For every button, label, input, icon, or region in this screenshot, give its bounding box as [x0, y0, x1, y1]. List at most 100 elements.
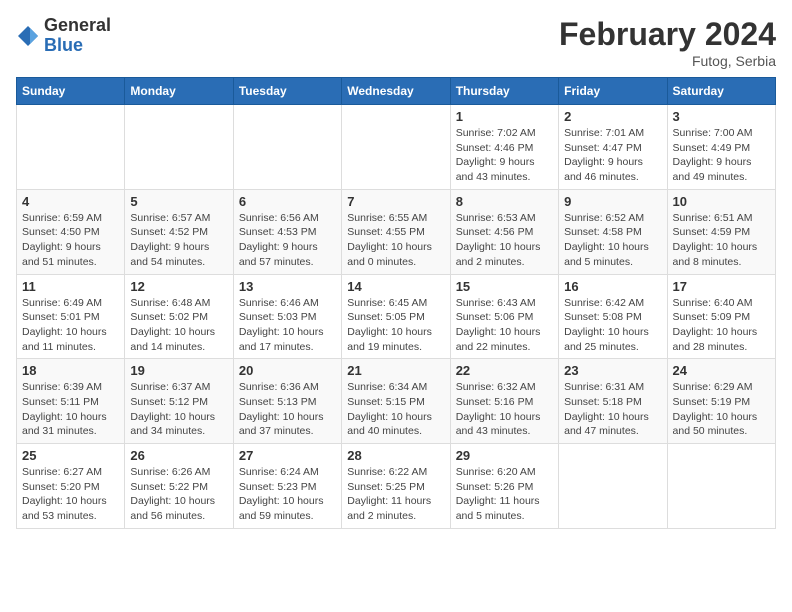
calendar-cell: 24 Sunrise: 6:29 AM Sunset: 5:19 PM Dayli… — [667, 359, 775, 444]
location-subtitle: Futog, Serbia — [559, 53, 776, 69]
calendar-cell: 21Sunrise: 6:34 AM Sunset: 5:15 PM Dayli… — [342, 359, 450, 444]
day-number: 5 — [130, 194, 227, 209]
day-info: Sunrise: 6:39 AM Sunset: 5:11 PM Dayligh… — [22, 380, 119, 439]
calendar-cell: 10 Sunrise: 6:51 AM Sunset: 4:59 PM Dayli… — [667, 189, 775, 274]
calendar-cell: 20 Sunrise: 6:36 AM Sunset: 5:13 PM Dayli… — [233, 359, 341, 444]
calendar-week-row: 11 Sunrise: 6:49 AM Sunset: 5:01 PM Dayli… — [17, 274, 776, 359]
page-header: General Blue February 2024 Futog, Serbia — [16, 16, 776, 69]
calendar-cell: 5 Sunrise: 6:57 AM Sunset: 4:52 PM Daylig… — [125, 189, 233, 274]
calendar-cell: 23 Sunrise: 6:31 AM Sunset: 5:18 PM Dayli… — [559, 359, 667, 444]
day-info: Sunrise: 6:48 AM Sunset: 5:02 PM Dayligh… — [130, 296, 227, 355]
calendar-cell: 19Sunrise: 6:37 AM Sunset: 5:12 PM Dayli… — [125, 359, 233, 444]
day-number: 16 — [564, 279, 661, 294]
calendar-cell: 12 Sunrise: 6:48 AM Sunset: 5:02 PM Dayli… — [125, 274, 233, 359]
day-info: Sunrise: 7:00 AM Sunset: 4:49 PM Dayligh… — [673, 126, 770, 185]
day-number: 9 — [564, 194, 661, 209]
day-info: Sunrise: 6:49 AM Sunset: 5:01 PM Dayligh… — [22, 296, 119, 355]
day-info: Sunrise: 6:36 AM Sunset: 5:13 PM Dayligh… — [239, 380, 336, 439]
day-info: Sunrise: 6:27 AM Sunset: 5:20 PM Dayligh… — [22, 465, 119, 524]
title-block: February 2024 Futog, Serbia — [559, 16, 776, 69]
calendar-cell — [17, 105, 125, 190]
day-number: 6 — [239, 194, 336, 209]
day-info: Sunrise: 6:55 AM Sunset: 4:55 PM Dayligh… — [347, 211, 444, 270]
day-info: Sunrise: 6:52 AM Sunset: 4:58 PM Dayligh… — [564, 211, 661, 270]
calendar-cell — [125, 105, 233, 190]
day-number: 11 — [22, 279, 119, 294]
day-info: Sunrise: 6:42 AM Sunset: 5:08 PM Dayligh… — [564, 296, 661, 355]
calendar-cell — [667, 444, 775, 529]
day-info: Sunrise: 7:02 AM Sunset: 4:46 PM Dayligh… — [456, 126, 553, 185]
day-info: Sunrise: 6:53 AM Sunset: 4:56 PM Dayligh… — [456, 211, 553, 270]
calendar-cell: 7 Sunrise: 6:55 AM Sunset: 4:55 PM Daylig… — [342, 189, 450, 274]
weekday-header: Thursday — [450, 78, 558, 105]
calendar-cell: 11 Sunrise: 6:49 AM Sunset: 5:01 PM Dayli… — [17, 274, 125, 359]
calendar-week-row: 1Sunrise: 7:02 AM Sunset: 4:46 PM Daylig… — [17, 105, 776, 190]
calendar-cell: 8 Sunrise: 6:53 AM Sunset: 4:56 PM Daylig… — [450, 189, 558, 274]
day-info: Sunrise: 6:57 AM Sunset: 4:52 PM Dayligh… — [130, 211, 227, 270]
calendar-cell — [559, 444, 667, 529]
calendar-cell: 27 Sunrise: 6:24 AM Sunset: 5:23 PM Dayli… — [233, 444, 341, 529]
logo-icon — [16, 24, 40, 48]
day-info: Sunrise: 6:56 AM Sunset: 4:53 PM Dayligh… — [239, 211, 336, 270]
calendar-cell: 2Sunrise: 7:01 AM Sunset: 4:47 PM Daylig… — [559, 105, 667, 190]
day-info: Sunrise: 6:59 AM Sunset: 4:50 PM Dayligh… — [22, 211, 119, 270]
day-info: Sunrise: 6:24 AM Sunset: 5:23 PM Dayligh… — [239, 465, 336, 524]
day-number: 21 — [347, 363, 444, 378]
day-number: 25 — [22, 448, 119, 463]
day-info: Sunrise: 6:32 AM Sunset: 5:16 PM Dayligh… — [456, 380, 553, 439]
calendar-week-row: 18Sunrise: 6:39 AM Sunset: 5:11 PM Dayli… — [17, 359, 776, 444]
day-number: 15 — [456, 279, 553, 294]
day-number: 22 — [456, 363, 553, 378]
calendar-cell: 29 Sunrise: 6:20 AM Sunset: 5:26 PM Dayli… — [450, 444, 558, 529]
logo-general: General — [44, 16, 111, 36]
logo-blue: Blue — [44, 36, 111, 56]
day-info: Sunrise: 6:22 AM Sunset: 5:25 PM Dayligh… — [347, 465, 444, 524]
calendar-cell: 9 Sunrise: 6:52 AM Sunset: 4:58 PM Daylig… — [559, 189, 667, 274]
day-info: Sunrise: 6:26 AM Sunset: 5:22 PM Dayligh… — [130, 465, 227, 524]
day-info: Sunrise: 6:45 AM Sunset: 5:05 PM Dayligh… — [347, 296, 444, 355]
day-info: Sunrise: 6:31 AM Sunset: 5:18 PM Dayligh… — [564, 380, 661, 439]
calendar-cell: 25 Sunrise: 6:27 AM Sunset: 5:20 PM Dayli… — [17, 444, 125, 529]
month-title: February 2024 — [559, 16, 776, 53]
logo: General Blue — [16, 16, 111, 56]
logo-text: General Blue — [44, 16, 111, 56]
day-info: Sunrise: 6:43 AM Sunset: 5:06 PM Dayligh… — [456, 296, 553, 355]
calendar-cell — [342, 105, 450, 190]
calendar-week-row: 25 Sunrise: 6:27 AM Sunset: 5:20 PM Dayli… — [17, 444, 776, 529]
day-info: Sunrise: 6:51 AM Sunset: 4:59 PM Dayligh… — [673, 211, 770, 270]
calendar-cell: 6 Sunrise: 6:56 AM Sunset: 4:53 PM Daylig… — [233, 189, 341, 274]
day-number: 20 — [239, 363, 336, 378]
calendar-cell: 3Sunrise: 7:00 AM Sunset: 4:49 PM Daylig… — [667, 105, 775, 190]
day-number: 14 — [347, 279, 444, 294]
weekday-header: Monday — [125, 78, 233, 105]
day-info: Sunrise: 6:40 AM Sunset: 5:09 PM Dayligh… — [673, 296, 770, 355]
calendar-table: SundayMondayTuesdayWednesdayThursdayFrid… — [16, 77, 776, 529]
calendar-cell — [233, 105, 341, 190]
calendar-cell: 4 Sunrise: 6:59 AM Sunset: 4:50 PM Daylig… — [17, 189, 125, 274]
day-info: Sunrise: 6:29 AM Sunset: 5:19 PM Dayligh… — [673, 380, 770, 439]
weekday-header: Tuesday — [233, 78, 341, 105]
day-info: Sunrise: 7:01 AM Sunset: 4:47 PM Dayligh… — [564, 126, 661, 185]
day-number: 29 — [456, 448, 553, 463]
calendar-cell: 17Sunrise: 6:40 AM Sunset: 5:09 PM Dayli… — [667, 274, 775, 359]
day-number: 8 — [456, 194, 553, 209]
day-number: 7 — [347, 194, 444, 209]
calendar-week-row: 4 Sunrise: 6:59 AM Sunset: 4:50 PM Daylig… — [17, 189, 776, 274]
day-number: 12 — [130, 279, 227, 294]
calendar-cell: 16 Sunrise: 6:42 AM Sunset: 5:08 PM Dayli… — [559, 274, 667, 359]
day-number: 4 — [22, 194, 119, 209]
calendar-cell: 22 Sunrise: 6:32 AM Sunset: 5:16 PM Dayli… — [450, 359, 558, 444]
day-number: 26 — [130, 448, 227, 463]
day-number: 24 — [673, 363, 770, 378]
day-number: 27 — [239, 448, 336, 463]
day-number: 19 — [130, 363, 227, 378]
day-number: 23 — [564, 363, 661, 378]
weekday-header: Sunday — [17, 78, 125, 105]
day-number: 28 — [347, 448, 444, 463]
day-info: Sunrise: 6:46 AM Sunset: 5:03 PM Dayligh… — [239, 296, 336, 355]
day-info: Sunrise: 6:20 AM Sunset: 5:26 PM Dayligh… — [456, 465, 553, 524]
calendar-cell: 28 Sunrise: 6:22 AM Sunset: 5:25 PM Dayli… — [342, 444, 450, 529]
day-number: 10 — [673, 194, 770, 209]
weekday-header: Friday — [559, 78, 667, 105]
calendar-cell: 26 Sunrise: 6:26 AM Sunset: 5:22 PM Dayli… — [125, 444, 233, 529]
